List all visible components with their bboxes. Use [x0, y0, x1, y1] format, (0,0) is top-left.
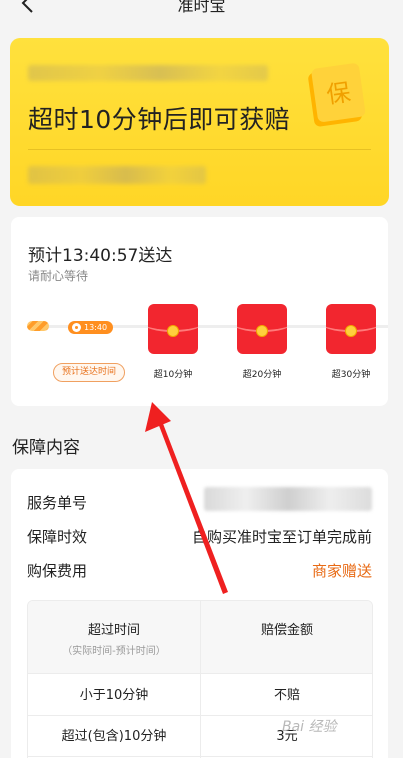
blurred-text: [28, 65, 268, 81]
row-divider: [28, 756, 372, 757]
section-title: 保障内容: [12, 438, 80, 458]
eta-pin: 13:40: [68, 321, 114, 334]
wait-text: 请耐心等待: [28, 269, 89, 283]
red-packet-icon: [148, 304, 198, 354]
table-row-time: 超过(包含)10分钟: [61, 729, 167, 744]
red-packet-icon: [326, 304, 376, 354]
banner-divider: [28, 149, 371, 150]
insurance-shield-icon: 保: [308, 63, 366, 127]
pin-time: 13:40: [84, 323, 108, 332]
col-amount-header: 赔偿金额: [260, 623, 313, 638]
page: 准时宝 超时10分钟后即可获赔 保 预计13:40:57送达 请耐心等待 13:…: [0, 0, 403, 758]
banner-headline: 超时10分钟后即可获赔: [28, 105, 291, 134]
eta-text: 预计13:40:57送达: [28, 246, 173, 266]
milestone-label: 超20分钟: [242, 370, 282, 380]
fee-value: 商家赠送: [311, 562, 372, 580]
location-pin-icon: [72, 323, 81, 332]
table-row-amount: 不赔: [273, 688, 300, 703]
page-title: 准时宝: [177, 0, 226, 15]
est-time-label: 预计送达时间: [53, 363, 126, 382]
validity-value: 自购买准时宝至订单完成前: [191, 528, 372, 546]
red-packet-icon: [237, 304, 287, 354]
nav-bar: 准时宝: [0, 0, 403, 22]
milestone-label: 超30分钟: [331, 370, 371, 380]
insurance-banner: 超时10分钟后即可获赔 保: [10, 38, 389, 206]
watermark: Bai 经验: [282, 719, 337, 735]
col-time-subheader: （实际时间-预计时间）: [62, 646, 166, 657]
milestone-label: 超10分钟: [153, 370, 193, 380]
progress-done: [27, 321, 49, 331]
validity-label: 保障时效: [27, 528, 88, 546]
blurred-text: [28, 166, 206, 184]
order-label: 服务单号: [27, 494, 88, 512]
col-time-header: 超过时间: [87, 623, 140, 638]
fee-label: 购保费用: [27, 562, 88, 580]
badge-text: 保: [325, 78, 353, 109]
delivery-card: 预计13:40:57送达 请耐心等待 13:40 预计送达时间 超10分钟 超2…: [11, 217, 388, 406]
coverage-card: 服务单号 保障时效 自购买准时宝至订单完成前 购保费用 商家赠送 超过时间 （实…: [11, 469, 388, 758]
order-number-blurred: [204, 487, 372, 511]
table-row-time: 小于10分钟: [79, 688, 149, 703]
